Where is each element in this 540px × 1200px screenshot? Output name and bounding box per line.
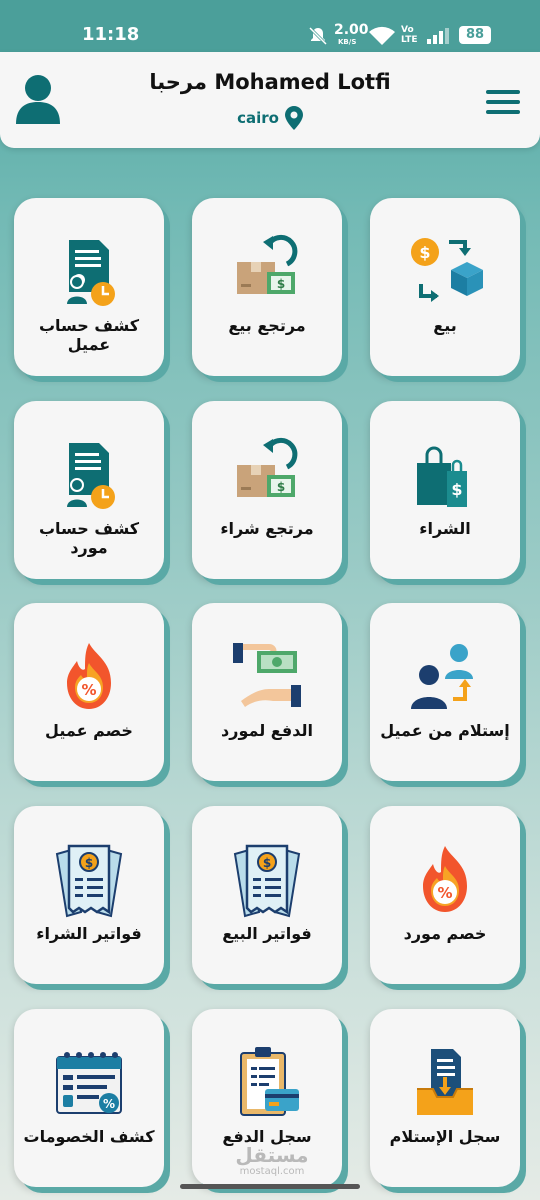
wifi-icon xyxy=(369,26,395,45)
svg-text:$: $ xyxy=(277,277,285,291)
location-pin-icon xyxy=(284,106,303,130)
watermark-latin: mostaql.com xyxy=(239,1166,305,1177)
purchase-invoices-icon: $ xyxy=(55,844,123,918)
purchase-return-icon: $ xyxy=(237,437,298,497)
hamburger-menu-icon[interactable] xyxy=(486,90,520,116)
supplier-statement-icon xyxy=(67,443,115,509)
discounts-statement-icon: % xyxy=(56,1052,122,1114)
data-speed: 2.00 xyxy=(334,22,369,38)
tile-label: فواتير البيع xyxy=(222,924,312,943)
tile-discounts-statement[interactable]: % كشف الخصومات xyxy=(14,1009,164,1187)
svg-text:$: $ xyxy=(277,480,285,494)
status-bar: 11:18 2.00 KB/S Vo LTE 88 xyxy=(0,0,540,52)
signal-icon xyxy=(427,28,449,44)
svg-text:$: $ xyxy=(263,856,271,870)
app-header: مرحبا Mohamed Lotfi cairo xyxy=(0,52,540,148)
sell-exchange-icon: $ xyxy=(411,238,483,302)
tile-label: كشف حساب عميل xyxy=(38,316,140,354)
tile-customer-discount[interactable]: % خصم عميل xyxy=(14,603,164,781)
home-indicator[interactable] xyxy=(180,1184,360,1189)
tile-pay-supplier[interactable]: الدفع لمورد xyxy=(192,603,342,781)
tile-receive-from-customer[interactable]: إستلام من عميل xyxy=(370,603,520,781)
sale-return-icon: $ xyxy=(237,234,298,294)
svg-text:$: $ xyxy=(419,243,430,262)
svg-text:%: % xyxy=(81,681,96,699)
mute-icon xyxy=(308,26,328,46)
tile-label: بيع xyxy=(433,316,457,335)
tile-label: سجل الإستلام xyxy=(389,1127,501,1146)
tile-label: خصم مورد xyxy=(403,924,487,943)
svg-text:$: $ xyxy=(85,856,93,870)
tile-purchase[interactable]: $ الشراء xyxy=(370,401,520,579)
tile-sales-invoices[interactable]: $ فواتير البيع xyxy=(192,806,342,984)
data-speed-unit: KB/S xyxy=(338,38,357,46)
customer-discount-icon: % xyxy=(67,643,111,709)
battery-indicator: 88 xyxy=(459,26,491,44)
watermark-arabic: مستقل xyxy=(235,1143,309,1167)
receive-from-customer-icon xyxy=(411,644,473,709)
receipts-log-icon xyxy=(417,1049,473,1115)
clock: 11:18 xyxy=(82,24,140,45)
tile-label: الدفع لمورد xyxy=(221,721,313,740)
location-text: cairo xyxy=(237,109,279,127)
tile-label: كشف حساب مورد xyxy=(38,519,140,557)
tile-receipts-log[interactable]: سجل الإستلام xyxy=(370,1009,520,1187)
user-icon[interactable] xyxy=(14,74,62,126)
supplier-discount-icon: % xyxy=(423,846,467,912)
sales-invoices-icon: $ xyxy=(233,844,301,918)
tile-label: إستلام من عميل xyxy=(380,721,510,740)
payments-log-icon xyxy=(240,1047,299,1116)
purchase-bag-icon: $ xyxy=(417,446,467,507)
tile-supplier-statement[interactable]: كشف حساب مورد xyxy=(14,401,164,579)
tile-label: خصم عميل xyxy=(45,721,133,740)
customer-statement-icon xyxy=(67,240,115,306)
svg-text:%: % xyxy=(437,884,452,902)
tile-sale-return[interactable]: $ مرتجع بيع xyxy=(192,198,342,376)
watermark: مستقل mostaql.com xyxy=(232,1144,312,1177)
tile-customer-statement[interactable]: كشف حساب عميل xyxy=(14,198,164,376)
tile-label: الشراء xyxy=(419,519,471,538)
location-row: cairo xyxy=(100,106,440,130)
tile-purchase-invoices[interactable]: $ فواتير الشراء xyxy=(14,806,164,984)
pay-supplier-icon xyxy=(233,643,301,707)
tile-purchase-return[interactable]: $ مرتجع شراء xyxy=(192,401,342,579)
network-type: Vo LTE xyxy=(401,25,418,45)
tile-label: مرتجع بيع xyxy=(228,316,306,335)
svg-text:$: $ xyxy=(451,480,462,499)
tile-label: فواتير الشراء xyxy=(36,924,142,943)
greeting-title: مرحبا Mohamed Lotfi xyxy=(149,70,391,94)
tile-sell[interactable]: $ بيع xyxy=(370,198,520,376)
svg-text:%: % xyxy=(103,1097,115,1111)
tile-label: مرتجع شراء xyxy=(220,519,314,538)
tile-label: كشف الخصومات xyxy=(23,1127,155,1146)
tile-supplier-discount[interactable]: % خصم مورد xyxy=(370,806,520,984)
